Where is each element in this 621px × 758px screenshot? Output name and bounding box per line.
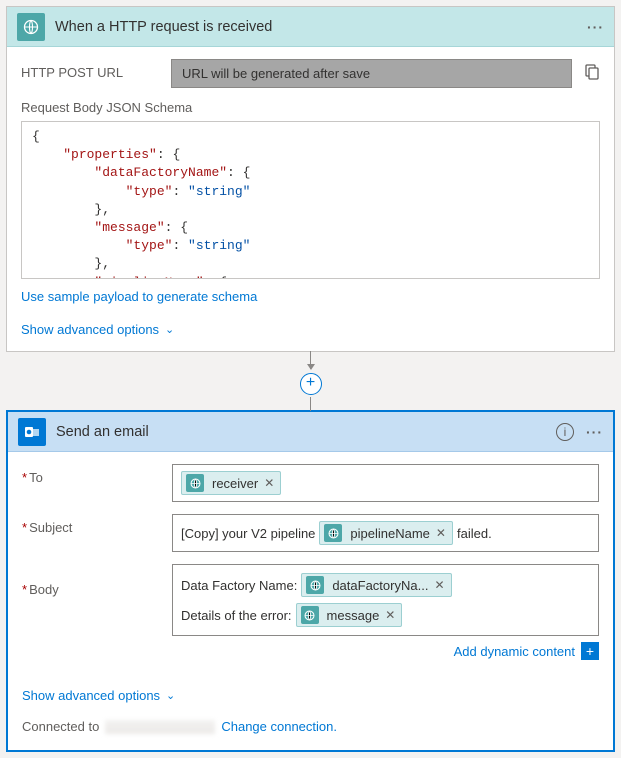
chevron-down-icon: ⌄ xyxy=(166,689,175,702)
connected-account-redacted xyxy=(105,720,215,734)
add-dynamic-content-label: Add dynamic content xyxy=(454,644,575,659)
subject-label: Subject xyxy=(22,514,172,535)
body-text: Data Factory Name: xyxy=(181,578,297,593)
body-text: Details of the error: xyxy=(181,608,292,623)
token-label: message xyxy=(327,608,380,623)
sample-payload-link[interactable]: Use sample payload to generate schema xyxy=(21,289,600,304)
url-label: HTTP POST URL xyxy=(21,59,171,80)
token-remove-icon[interactable]: ✕ xyxy=(434,578,444,592)
body-label: Body xyxy=(22,564,172,597)
token-label: receiver xyxy=(212,476,258,491)
token-datafactoryname[interactable]: dataFactoryNa... ✕ xyxy=(301,573,451,597)
show-advanced-label: Show advanced options xyxy=(22,688,160,703)
http-post-url-field: URL will be generated after save xyxy=(171,59,572,88)
schema-label: Request Body JSON Schema xyxy=(21,100,600,115)
show-advanced-link[interactable]: Show advanced options ⌄ xyxy=(22,688,175,703)
connected-label: Connected to xyxy=(22,719,99,734)
subject-text-prefix: [Copy] your V2 pipeline xyxy=(181,526,315,541)
more-actions-icon[interactable]: ··· xyxy=(586,425,603,439)
http-trigger-header[interactable]: When a HTTP request is received ··· xyxy=(7,7,614,47)
show-advanced-link[interactable]: Show advanced options ⌄ xyxy=(21,322,174,337)
http-icon xyxy=(17,13,45,41)
body-field[interactable]: Data Factory Name: dataFactoryNa... ✕ De… xyxy=(172,564,599,636)
subject-text-suffix: failed. xyxy=(457,526,492,541)
token-remove-icon[interactable]: ✕ xyxy=(436,526,446,540)
connection-info: Connected to Change connection. xyxy=(22,719,599,734)
token-remove-icon[interactable]: ✕ xyxy=(264,476,274,490)
token-pipelinename[interactable]: pipelineName ✕ xyxy=(319,521,453,545)
chevron-down-icon: ⌄ xyxy=(165,323,174,336)
token-message[interactable]: message ✕ xyxy=(296,603,403,627)
plus-icon: + xyxy=(581,642,599,660)
token-http-icon xyxy=(186,474,204,492)
send-email-card: Send an email i ··· To receiver ✕ xyxy=(6,410,615,752)
to-label: To xyxy=(22,464,172,485)
http-trigger-card: When a HTTP request is received ··· HTTP… xyxy=(6,6,615,352)
token-label: pipelineName xyxy=(350,526,430,541)
token-receiver[interactable]: receiver ✕ xyxy=(181,471,281,495)
add-dynamic-content-link[interactable]: Add dynamic content + xyxy=(454,642,599,660)
token-http-icon xyxy=(324,524,342,542)
token-http-icon xyxy=(306,576,324,594)
more-actions-icon[interactable]: ··· xyxy=(587,20,604,34)
info-icon[interactable]: i xyxy=(556,423,574,441)
send-email-header[interactable]: Send an email i ··· xyxy=(8,412,613,452)
outlook-icon xyxy=(18,418,46,446)
connector: + xyxy=(6,351,615,411)
change-connection-link[interactable]: Change connection. xyxy=(221,719,337,734)
token-http-icon xyxy=(301,606,319,624)
token-label: dataFactoryNa... xyxy=(332,578,428,593)
add-step-button[interactable]: + xyxy=(300,373,322,395)
step-title: When a HTTP request is received xyxy=(55,19,587,35)
copy-url-icon[interactable] xyxy=(582,63,600,84)
show-advanced-label: Show advanced options xyxy=(21,322,159,337)
to-field[interactable]: receiver ✕ xyxy=(172,464,599,502)
token-remove-icon[interactable]: ✕ xyxy=(385,608,395,622)
json-schema-editor[interactable]: { "properties": { "dataFactoryName": { "… xyxy=(21,121,600,279)
subject-field[interactable]: [Copy] your V2 pipeline pipelineName ✕ f… xyxy=(172,514,599,552)
step-title: Send an email xyxy=(56,424,556,440)
